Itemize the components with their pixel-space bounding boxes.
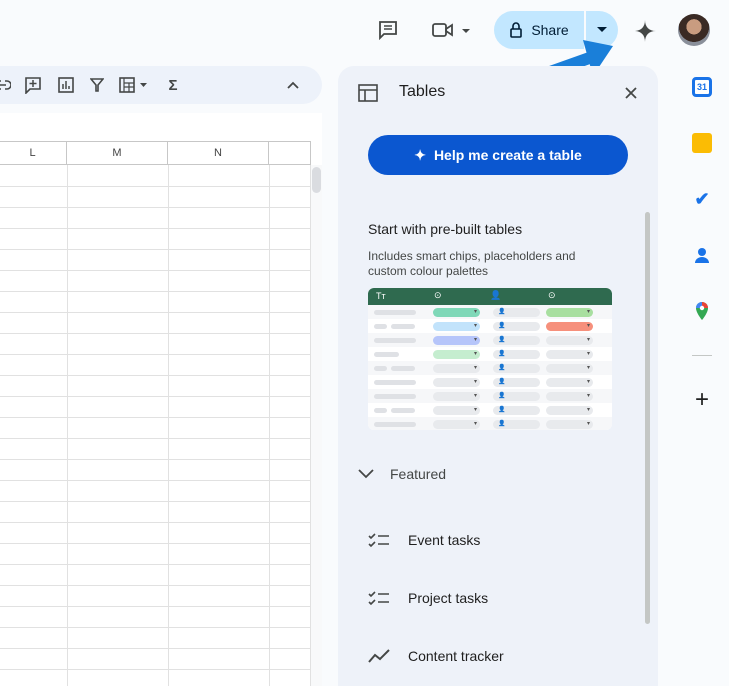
preview-row: ▾ 👤 ▾ bbox=[368, 319, 612, 333]
panel-title: Tables bbox=[399, 83, 446, 100]
link-icon[interactable] bbox=[0, 76, 12, 94]
row-line bbox=[0, 627, 310, 628]
preview-row: ▾ 👤 ▾ bbox=[368, 403, 612, 417]
row-line bbox=[0, 417, 310, 418]
filter-icon[interactable] bbox=[88, 76, 106, 94]
help-me-create-table-button[interactable]: ✦ Help me create a table bbox=[368, 135, 628, 175]
row-line bbox=[0, 438, 310, 439]
collapse-toolbar-icon[interactable] bbox=[284, 76, 302, 94]
featured-label: Featured bbox=[390, 466, 447, 482]
row-line bbox=[0, 669, 310, 670]
row-line bbox=[0, 186, 310, 187]
preview-header: Tт ⊙ 👤 ⊙ bbox=[368, 288, 612, 305]
row-line bbox=[0, 354, 310, 355]
chevron-down-icon bbox=[358, 469, 374, 479]
column-header-n[interactable]: N bbox=[168, 141, 269, 165]
prebuilt-description: Includes smart chips, placeholders and c… bbox=[368, 249, 576, 278]
template-content-tracker[interactable]: Content tracker bbox=[368, 648, 504, 664]
trend-icon bbox=[368, 649, 390, 663]
featured-section-toggle[interactable]: Featured bbox=[358, 466, 446, 482]
prebuilt-table-preview[interactable]: Tт ⊙ 👤 ⊙ ▾ 👤 ▾ ▾ 👤 ▾ ▾ 👤 ▾ ▾ 👤 ▾ ▾ 👤 ▾ ▾ 👤 ▾ ▾ 👤 ▾ ▾ 👤 ▾ ▾ 👤 ▾ bbox=[368, 288, 612, 430]
row-line bbox=[0, 228, 310, 229]
preview-row: ▾ 👤 ▾ bbox=[368, 333, 612, 347]
calendar-icon[interactable]: 31 bbox=[692, 77, 712, 97]
row-line bbox=[0, 270, 310, 271]
preview-row: ▾ 👤 ▾ bbox=[368, 417, 612, 430]
table-icon bbox=[357, 83, 379, 103]
avatar[interactable] bbox=[678, 14, 710, 46]
preview-row: ▾ 👤 ▾ bbox=[368, 305, 612, 319]
help-button-label: Help me create a table bbox=[433, 147, 582, 163]
row-line bbox=[0, 522, 310, 523]
row-line bbox=[0, 543, 310, 544]
contacts-icon[interactable] bbox=[692, 245, 712, 265]
functions-icon[interactable]: Σ bbox=[164, 76, 182, 94]
row-line bbox=[0, 207, 310, 208]
tables-panel: Tables ✦ Help me create a table Start wit… bbox=[338, 66, 658, 686]
gemini-icon[interactable] bbox=[632, 18, 658, 44]
preview-row: ▾ 👤 ▾ bbox=[368, 389, 612, 403]
comments-icon[interactable] bbox=[376, 18, 400, 42]
sparkle-icon: ✦ bbox=[414, 146, 426, 163]
insert-chart-icon[interactable] bbox=[57, 76, 75, 94]
scrollbar-thumb[interactable] bbox=[312, 167, 321, 193]
row-line bbox=[0, 459, 310, 460]
preview-row: ▾ 👤 ▾ bbox=[368, 375, 612, 389]
column-header-blank[interactable] bbox=[269, 141, 311, 165]
spreadsheet-grid[interactable]: L M N bbox=[0, 113, 322, 686]
row-line bbox=[0, 249, 310, 250]
preview-row: ▾ 👤 ▾ bbox=[368, 361, 612, 375]
row-line bbox=[0, 480, 310, 481]
template-project-tasks[interactable]: Project tasks bbox=[368, 590, 488, 606]
column-header-m[interactable]: M bbox=[67, 141, 168, 165]
row-line bbox=[0, 606, 310, 607]
template-label: Event tasks bbox=[408, 532, 481, 548]
divider bbox=[692, 355, 712, 356]
vertical-scrollbar[interactable] bbox=[310, 165, 322, 686]
row-line bbox=[0, 648, 310, 649]
template-event-tasks[interactable]: Event tasks bbox=[368, 532, 480, 548]
row-line bbox=[0, 333, 310, 334]
row-line bbox=[0, 375, 310, 376]
row-line bbox=[0, 396, 310, 397]
prebuilt-title: Start with pre-built tables bbox=[368, 221, 523, 237]
keep-icon[interactable] bbox=[692, 133, 712, 153]
meet-button[interactable] bbox=[428, 18, 476, 42]
row-line bbox=[0, 564, 310, 565]
row-line bbox=[0, 291, 310, 292]
insert-comment-icon[interactable] bbox=[24, 76, 42, 94]
add-addon-icon[interactable]: + bbox=[692, 386, 712, 413]
lock-icon bbox=[510, 22, 523, 38]
checklist-icon bbox=[368, 591, 389, 606]
close-icon[interactable] bbox=[622, 84, 640, 102]
row-line bbox=[0, 312, 310, 313]
maps-icon[interactable] bbox=[692, 301, 712, 321]
row-line bbox=[0, 501, 310, 502]
row-line bbox=[0, 585, 310, 586]
panel-scrollbar[interactable] bbox=[645, 212, 650, 624]
tasks-icon[interactable]: ✔ bbox=[692, 189, 712, 209]
template-label: Project tasks bbox=[408, 590, 489, 606]
table-view-dropdown-icon[interactable] bbox=[118, 76, 152, 94]
preview-row: ▾ 👤 ▾ bbox=[368, 347, 612, 361]
checklist-icon bbox=[368, 533, 389, 548]
column-header-l[interactable]: L bbox=[0, 141, 67, 165]
template-label: Content tracker bbox=[408, 648, 504, 664]
toolbar: Σ bbox=[0, 66, 322, 104]
share-label: Share bbox=[531, 22, 569, 38]
